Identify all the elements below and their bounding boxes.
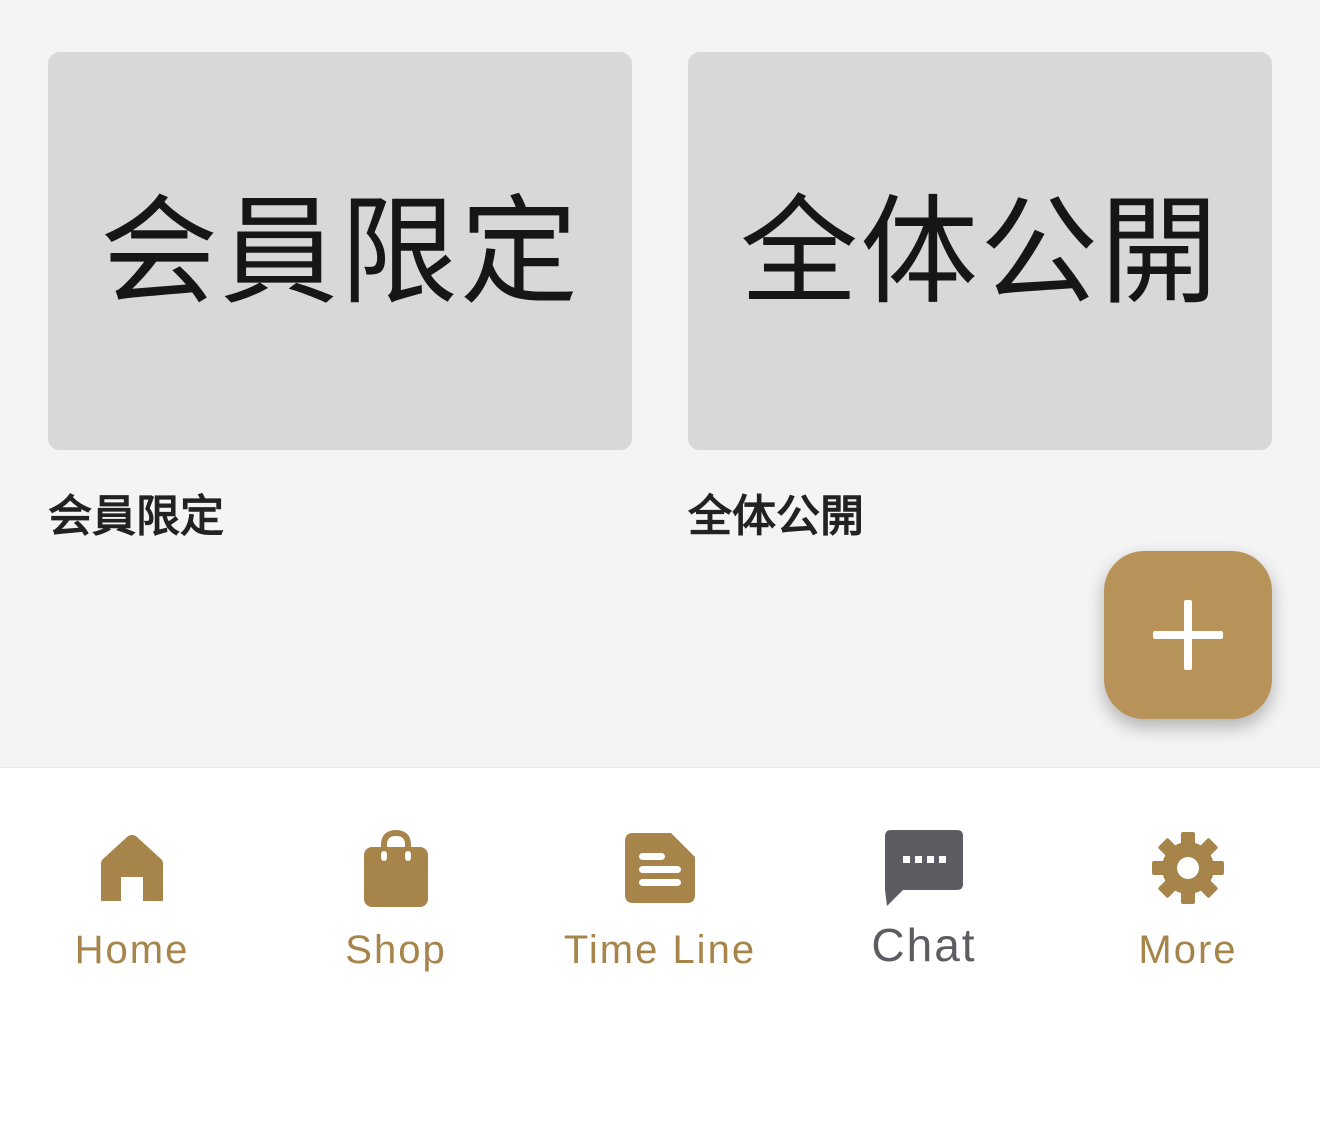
- tab-label: Chat: [871, 919, 977, 971]
- card-thumbnail[interactable]: 全体公開: [688, 52, 1272, 450]
- card-title: 全体公開: [688, 491, 864, 542]
- thumbnail-text: 全体公開: [739, 182, 1220, 321]
- shopping-bag-icon: [354, 826, 438, 910]
- tab-chat[interactable]: Chat: [792, 768, 1056, 998]
- tab-shop[interactable]: Shop: [264, 768, 528, 998]
- tab-timeline[interactable]: Time Line: [528, 768, 792, 998]
- tab-label: More: [1138, 928, 1238, 972]
- tab-label: Shop: [345, 928, 447, 972]
- content-area: 会員限定 会員限定 全体公開 全体公開: [0, 0, 1320, 767]
- card-title: 会員限定: [48, 491, 224, 542]
- post-card-members-only[interactable]: 会員限定 会員限定: [48, 52, 632, 544]
- tab-more[interactable]: More: [1056, 768, 1320, 998]
- tab-home[interactable]: Home: [0, 768, 264, 998]
- chat-bubble-icon: [882, 826, 966, 910]
- tab-label: Time Line: [563, 928, 757, 972]
- add-button[interactable]: [1104, 551, 1272, 719]
- home-icon: [90, 826, 174, 910]
- bottom-tab-bar: Home Shop Time Line Chat More: [0, 767, 1320, 1134]
- plus-icon: [1153, 600, 1223, 670]
- gear-icon: [1146, 826, 1230, 910]
- document-icon: [618, 826, 702, 910]
- tab-label: Home: [74, 928, 190, 972]
- post-card-public[interactable]: 全体公開 全体公開: [688, 52, 1272, 544]
- thumbnail-text: 会員限定: [99, 182, 580, 321]
- card-thumbnail[interactable]: 会員限定: [48, 52, 632, 450]
